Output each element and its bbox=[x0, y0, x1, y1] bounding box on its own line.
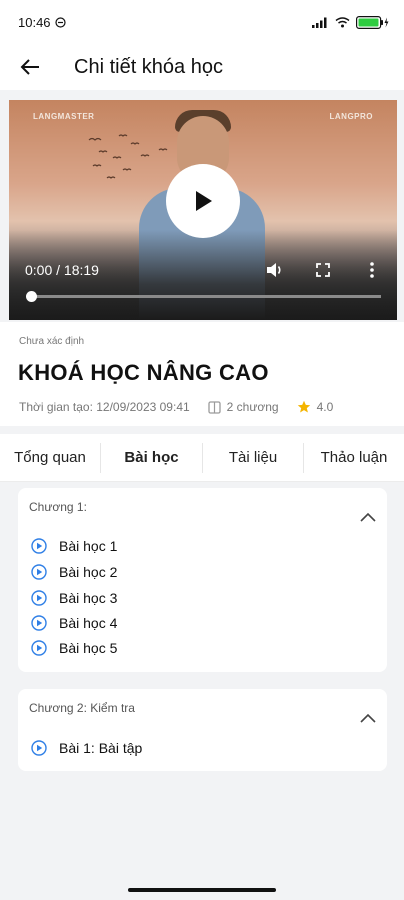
status-time-group: 10:46 bbox=[18, 15, 66, 30]
status-time: 10:46 bbox=[18, 14, 51, 30]
status-bar: 10:46 bbox=[0, 0, 404, 44]
fullscreen-button[interactable] bbox=[313, 260, 333, 280]
video-progress-track[interactable] bbox=[31, 295, 381, 298]
course-chapters: 2 chương bbox=[208, 400, 279, 414]
play-button[interactable] bbox=[166, 164, 240, 238]
video-time: 0:00 / 18:19 bbox=[25, 262, 99, 278]
course-rating-value: 4.0 bbox=[316, 400, 334, 414]
tab-lessons[interactable]: Bài học bbox=[101, 434, 202, 482]
tab-documents[interactable]: Tài liệu bbox=[203, 434, 303, 482]
chapter-card: Chương 2: Kiểm tra Bài 1: Bài tập bbox=[18, 689, 387, 771]
tab-overview[interactable]: Tổng quan bbox=[0, 434, 100, 482]
course-info: Chưa xác định KHOÁ HỌC NÂNG CAO Thời gia… bbox=[0, 322, 404, 426]
tab-lessons-label: Bài học bbox=[124, 449, 179, 466]
page-title: Chi tiết khóa học bbox=[74, 55, 223, 78]
book-icon bbox=[208, 400, 221, 414]
lesson-item[interactable]: Bài học 3 bbox=[31, 590, 117, 606]
play-circle-icon bbox=[31, 640, 47, 656]
wifi-icon bbox=[335, 16, 350, 27]
lesson-item[interactable]: Bài học 5 bbox=[31, 640, 117, 656]
lesson-item[interactable]: Bài học 1 bbox=[31, 538, 117, 554]
status-icons bbox=[312, 15, 390, 29]
course-rating: 4.0 bbox=[297, 400, 334, 414]
play-circle-icon bbox=[31, 564, 47, 580]
tab-overview-label: Tổng quan bbox=[14, 449, 86, 466]
course-title: KHOÁ HỌC NÂNG CAO bbox=[18, 360, 269, 385]
video-player[interactable]: LANGMASTER LANGPRO 0:00 / 18:19 bbox=[9, 100, 397, 320]
video-progress-thumb[interactable] bbox=[26, 291, 37, 302]
vpn-icon bbox=[54, 16, 66, 28]
lesson-item[interactable]: Bài học 2 bbox=[31, 564, 117, 580]
arrow-left-icon bbox=[20, 59, 39, 75]
app-header: Chi tiết khóa học bbox=[0, 44, 404, 90]
play-circle-icon bbox=[31, 740, 47, 756]
lesson-item[interactable]: Bài 1: Bài tập bbox=[31, 740, 142, 756]
chevron-up-icon[interactable] bbox=[359, 711, 377, 725]
lesson-title: Bài học 3 bbox=[59, 590, 118, 606]
tab-discussion[interactable]: Thảo luận bbox=[304, 434, 404, 482]
course-meta: Thời gian tạo: 12/09/2023 09:41 2 chương… bbox=[19, 400, 333, 414]
play-icon bbox=[196, 191, 212, 211]
home-indicator bbox=[128, 888, 276, 892]
star-icon bbox=[297, 400, 310, 413]
course-created: Thời gian tạo: 12/09/2023 09:41 bbox=[19, 400, 190, 414]
play-circle-icon bbox=[31, 615, 47, 631]
chapter-title: Chương 2: Kiểm tra bbox=[29, 701, 135, 715]
signal-icon bbox=[312, 17, 327, 28]
lesson-item[interactable]: Bài học 4 bbox=[31, 615, 117, 631]
play-circle-icon bbox=[31, 590, 47, 606]
course-tabs: Tổng quan Bài học Tài liệu Thảo luận bbox=[0, 434, 404, 482]
more-vertical-icon bbox=[370, 262, 374, 278]
video-brand-right: LANGPRO bbox=[329, 112, 373, 121]
tab-discussion-label: Thảo luận bbox=[320, 449, 388, 466]
chapter-card: Chương 1: Bài học 1 Bài học 2 Bài học 3 … bbox=[18, 488, 387, 672]
play-circle-icon bbox=[31, 538, 47, 554]
birds-illustration bbox=[88, 134, 168, 179]
more-options-button[interactable] bbox=[362, 260, 382, 280]
video-brand-left: LANGMASTER bbox=[33, 112, 95, 121]
course-category: Chưa xác định bbox=[19, 336, 85, 347]
volume-button[interactable] bbox=[265, 260, 285, 280]
fullscreen-icon bbox=[316, 263, 330, 277]
back-button[interactable] bbox=[0, 44, 60, 90]
lesson-title: Bài 1: Bài tập bbox=[59, 740, 143, 756]
tab-documents-label: Tài liệu bbox=[228, 449, 278, 466]
lesson-title: Bài học 1 bbox=[59, 538, 118, 554]
lesson-title: Bài học 2 bbox=[59, 564, 118, 580]
chevron-up-icon[interactable] bbox=[359, 510, 377, 524]
course-chapters-count: 2 chương bbox=[226, 400, 279, 414]
volume-icon bbox=[267, 263, 281, 277]
lesson-title: Bài học 5 bbox=[59, 640, 118, 656]
battery-icon bbox=[356, 15, 389, 29]
chapter-title: Chương 1: bbox=[29, 500, 87, 514]
lesson-title: Bài học 4 bbox=[59, 615, 118, 631]
